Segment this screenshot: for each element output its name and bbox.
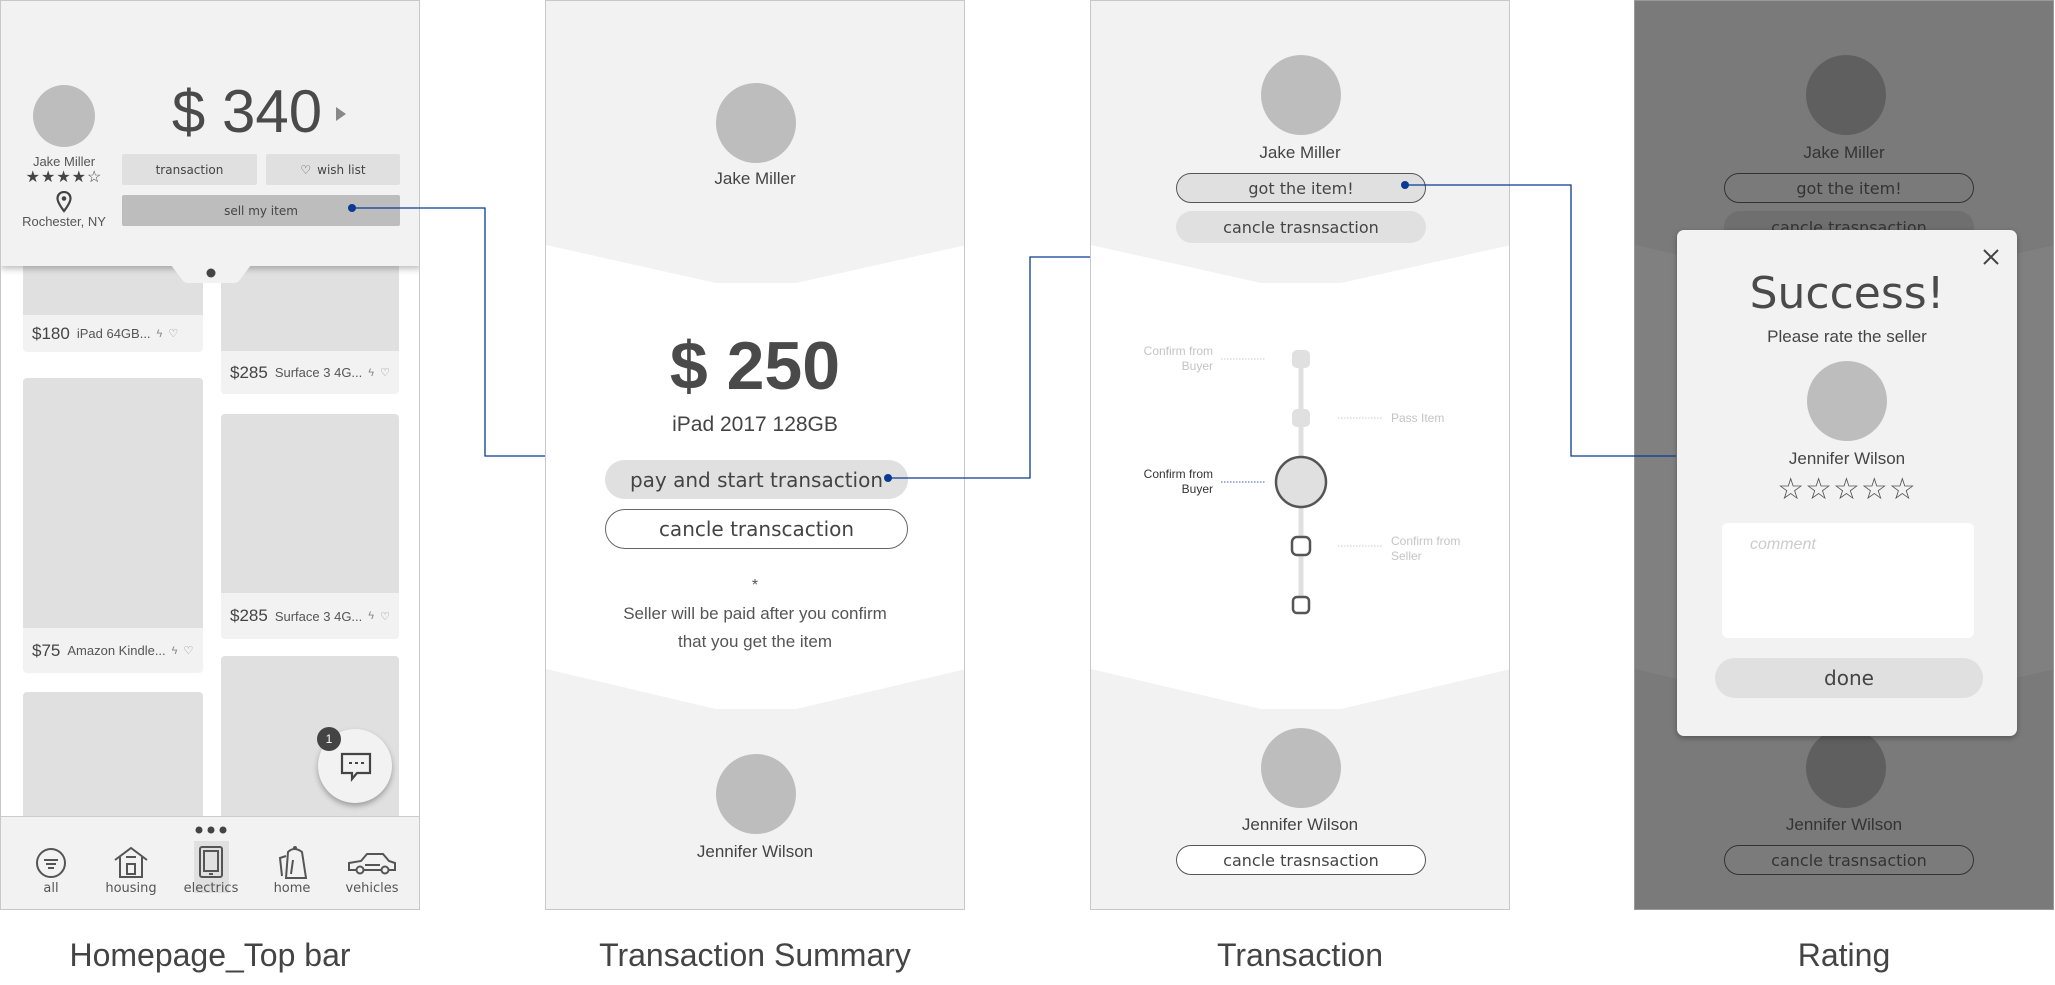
seller-avatar (1261, 55, 1341, 135)
chat-icon (340, 752, 372, 782)
pay-and-start-button[interactable]: pay and start transaction (605, 460, 908, 499)
top-bar: Jake Miller ★★★★☆ Rochester, NY $ 340 tr… (1, 1, 419, 266)
cancel-transaction-button[interactable]: cancle trasnsaction (1176, 845, 1426, 875)
price: $ 250 (669, 328, 841, 404)
step-label-current: Confirm from Buyer (1143, 467, 1213, 496)
nav-label: electrics (183, 881, 239, 896)
bolt-icon: ϟ (156, 327, 163, 340)
product-title: iPad 64GB... (76, 326, 151, 341)
seller-avatar (1806, 55, 1886, 135)
screen-caption: Transaction Summary (599, 937, 911, 973)
product-card[interactable]: $285 Surface 3 4G... ϟ ♡ (221, 351, 399, 394)
step-node-current (1274, 455, 1328, 509)
pull-tab[interactable] (171, 263, 251, 285)
bolt-icon: ϟ (171, 644, 178, 657)
nav-label: home (273, 881, 311, 896)
screen-caption: Homepage_Top bar (69, 937, 351, 973)
product-card[interactable]: $285 Surface 3 4G... ϟ ♡ (221, 593, 399, 639)
bolt-icon: ϟ (368, 610, 375, 622)
user-location: Rochester, NY (22, 214, 106, 229)
note-line: that you get the item (677, 632, 833, 651)
comment-input[interactable]: comment (1722, 523, 1974, 638)
nav-label: housing (105, 881, 157, 896)
tablet-icon (199, 846, 223, 878)
wish-list-label: wish list (317, 162, 366, 177)
seller-name: Jennifer Wilson (1788, 449, 1906, 468)
location-pin-icon (56, 191, 72, 213)
heart-icon: ♡ (300, 162, 312, 177)
transaction-button[interactable]: transaction (122, 154, 257, 185)
buyer-name: Jennifer Wilson (1785, 815, 1903, 834)
homepage-screen: $180 iPad 64GB... ϟ ♡ $285 Surface 3 4G..… (0, 0, 420, 910)
seller-name: Jake Miller (1259, 143, 1341, 162)
buyer-name: Jennifer Wilson (696, 842, 814, 861)
chat-badge: 1 (317, 727, 341, 751)
rating-screen: Jake Miller got the item! cancle trasnsa… (1634, 0, 2054, 910)
more-icon[interactable] (195, 826, 227, 834)
buyer-avatar (716, 754, 796, 834)
buyer-avatar (1806, 728, 1886, 808)
step-node-done (1292, 409, 1310, 427)
got-item-button[interactable]: got the item! (1176, 173, 1426, 203)
got-item-button: got the item! (1724, 173, 1974, 203)
product-card[interactable]: $75 Amazon Kindle... ϟ ♡ (23, 628, 203, 673)
user-rating-stars: ★★★★☆ (25, 169, 103, 186)
product-title: Amazon Kindle... (67, 643, 166, 658)
product-title: Surface 3 4G... (274, 608, 363, 624)
house-icon (114, 846, 148, 878)
step-label: Pass Item (1391, 411, 1445, 425)
modal-title: Success! (1749, 268, 1945, 319)
heart-icon[interactable]: ♡ (183, 644, 193, 657)
heart-icon[interactable]: ♡ (380, 610, 390, 623)
seller-avatar (1807, 361, 1887, 441)
step-node-done (1292, 350, 1310, 368)
cancel-transaction-button[interactable]: cancle trasnsaction (1176, 211, 1426, 243)
wish-list-button[interactable]: ♡ wish list (266, 154, 400, 185)
rating-stars-input[interactable]: ☆☆☆☆☆ (1677, 472, 2017, 507)
buyer-name: Jennifer Wilson (1241, 815, 1359, 834)
screen-caption: Transaction (1217, 937, 1383, 973)
step-node-pending (1290, 535, 1312, 557)
heart-icon[interactable]: ♡ (380, 366, 390, 379)
bolt-icon: ϟ (368, 366, 375, 379)
product-image[interactable] (221, 414, 399, 593)
product-image[interactable] (23, 692, 203, 822)
balance-amount[interactable]: $ 340 (122, 77, 372, 146)
seller-name: Jake Miller (714, 169, 796, 188)
step-node-pending (1291, 595, 1311, 615)
avatar[interactable] (33, 85, 95, 147)
success-modal: Success! Please rate the seller Jennifer… (1677, 230, 2017, 736)
filter-icon (36, 848, 66, 878)
nav-label: all (43, 881, 59, 896)
note-line: Seller will be paid after you confirm (623, 604, 887, 623)
nav-label: vehicles (345, 881, 399, 896)
product-price: $180 (32, 323, 70, 343)
screen-caption: Rating (1797, 937, 1891, 973)
product-price: $75 (32, 640, 61, 660)
sell-my-item-button[interactable]: sell my item (122, 195, 400, 226)
cancel-transaction-button[interactable]: cancle transcaction (605, 509, 908, 549)
seller-avatar (716, 83, 796, 163)
car-icon (348, 853, 396, 875)
product-price: $285 (230, 362, 268, 382)
item-name: iPad 2017 128GB (672, 413, 838, 436)
modal-subtitle: Please rate the seller (1767, 327, 1927, 346)
note-asterisk: * (751, 577, 759, 594)
product-price: $285 (230, 606, 268, 625)
step-label: Confirm from Seller (1391, 534, 1461, 563)
cancel-transaction-button: cancle trasnsaction (1724, 845, 1974, 875)
step-label: Confirm from Buyer (1143, 344, 1213, 373)
product-image[interactable] (23, 378, 203, 628)
product-title: Surface 3 4G... (274, 365, 363, 380)
chevron-right-icon[interactable] (336, 107, 346, 121)
close-icon[interactable] (1982, 248, 2000, 266)
done-button[interactable]: done (1715, 658, 1983, 698)
seller-name: Jake Miller (1803, 143, 1885, 162)
product-card[interactable]: $180 iPad 64GB... ϟ ♡ (23, 315, 203, 352)
buyer-avatar (1261, 728, 1341, 808)
transaction-summary-screen: Jake Miller $ 250 iPad 2017 128GB pay an… (545, 0, 965, 910)
kettle-icon (278, 846, 308, 879)
heart-icon[interactable]: ♡ (168, 327, 178, 340)
transaction-screen: Jake Miller got the item! cancle trasnsa… (1090, 0, 1510, 910)
